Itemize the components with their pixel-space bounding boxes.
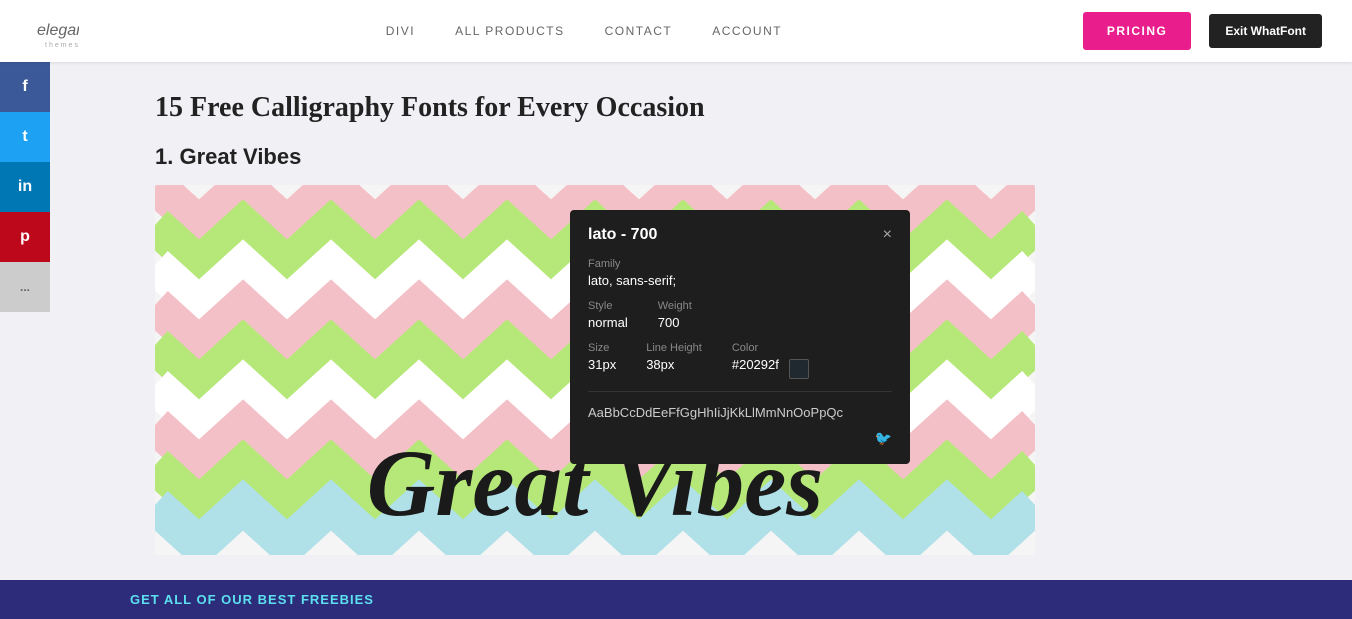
family-value: lato, sans-serif; (588, 273, 892, 288)
popup-style-weight-row: Style normal Weight 700 (588, 300, 892, 330)
color-swatch (789, 359, 809, 379)
logo-svg: elegant ✦ themes (31, 7, 79, 55)
facebook-icon: f (22, 78, 27, 96)
nav-account[interactable]: ACCOUNT (712, 24, 782, 38)
popup-title: lato - 700 (588, 226, 657, 244)
twitter-icon: t (22, 128, 27, 146)
linkedin-button[interactable]: in (0, 162, 50, 212)
popup-color-section: Color #20292f (732, 342, 809, 379)
popup-weight-section: Weight 700 (658, 300, 692, 330)
weight-value: 700 (658, 315, 692, 330)
popup-size-lineheight-color-row: Size 31px Line Height 38px Color #20292f (588, 342, 892, 379)
lineheight-value: 38px (646, 357, 702, 372)
popup-twitter: 🐦 (588, 430, 892, 448)
exit-whatfont-button[interactable]: Exit WhatFont (1209, 14, 1322, 48)
style-label: Style (588, 300, 628, 312)
main-nav: DIVI ALL PRODUCTS CONTACT ACCOUNT (386, 24, 782, 38)
facebook-button[interactable]: f (0, 62, 50, 112)
main-content: f t in p ... 15 Free Calligraphy Fonts f… (0, 62, 1352, 619)
social-sidebar: f t in p ... (0, 62, 50, 619)
more-button[interactable]: ... (0, 262, 50, 312)
article-title: 15 Free Calligraphy Fonts for Every Occa… (155, 92, 1312, 124)
nav-all-products[interactable]: ALL PRODUCTS (455, 24, 565, 38)
logo-icon: elegant ✦ themes (30, 6, 80, 56)
svg-text:elegant: elegant (37, 22, 79, 39)
popup-close-button[interactable]: × (883, 226, 892, 244)
popup-alphabet: AaBbCcDdEeFfGgHhIiJjKkLlMmNnOoPpQc (588, 391, 892, 422)
popup-family-section: Family lato, sans-serif; (588, 258, 892, 288)
color-value: #20292f (732, 357, 779, 372)
header: elegant ✦ themes DIVI ALL PRODUCTS CONTA… (0, 0, 1352, 62)
svg-text:themes: themes (45, 42, 79, 49)
color-label: Color (732, 342, 809, 354)
more-icon: ... (20, 280, 30, 294)
lineheight-label: Line Height (646, 342, 702, 354)
size-label: Size (588, 342, 616, 354)
logo: elegant ✦ themes (30, 6, 85, 56)
popup-lineheight-section: Line Height 38px (646, 342, 702, 379)
linkedin-icon: in (18, 178, 32, 196)
twitter-button[interactable]: t (0, 112, 50, 162)
family-label: Family (588, 258, 892, 270)
nav-contact[interactable]: CONTACT (605, 24, 673, 38)
pinterest-icon: p (20, 228, 30, 246)
popup-style-section: Style normal (588, 300, 628, 330)
bottom-bar[interactable]: GET ALL OF OUR BEST FREEBIES (0, 580, 1352, 619)
nav-divi[interactable]: DIVI (386, 24, 415, 38)
popup-header: lato - 700 × (588, 226, 892, 244)
bottom-bar-text: GET ALL OF OUR BEST FREEBIES (130, 592, 374, 607)
color-row: #20292f (732, 357, 809, 379)
section-heading: 1. Great Vibes (155, 144, 1312, 170)
twitter-share-icon[interactable]: 🐦 (875, 430, 892, 446)
pricing-button[interactable]: PRICING (1083, 12, 1192, 50)
style-value: normal (588, 315, 628, 330)
popup-size-section: Size 31px (588, 342, 616, 379)
size-value: 31px (588, 357, 616, 372)
pinterest-button[interactable]: p (0, 212, 50, 262)
weight-label: Weight (658, 300, 692, 312)
whatfont-popup: lato - 700 × Family lato, sans-serif; St… (570, 210, 910, 464)
